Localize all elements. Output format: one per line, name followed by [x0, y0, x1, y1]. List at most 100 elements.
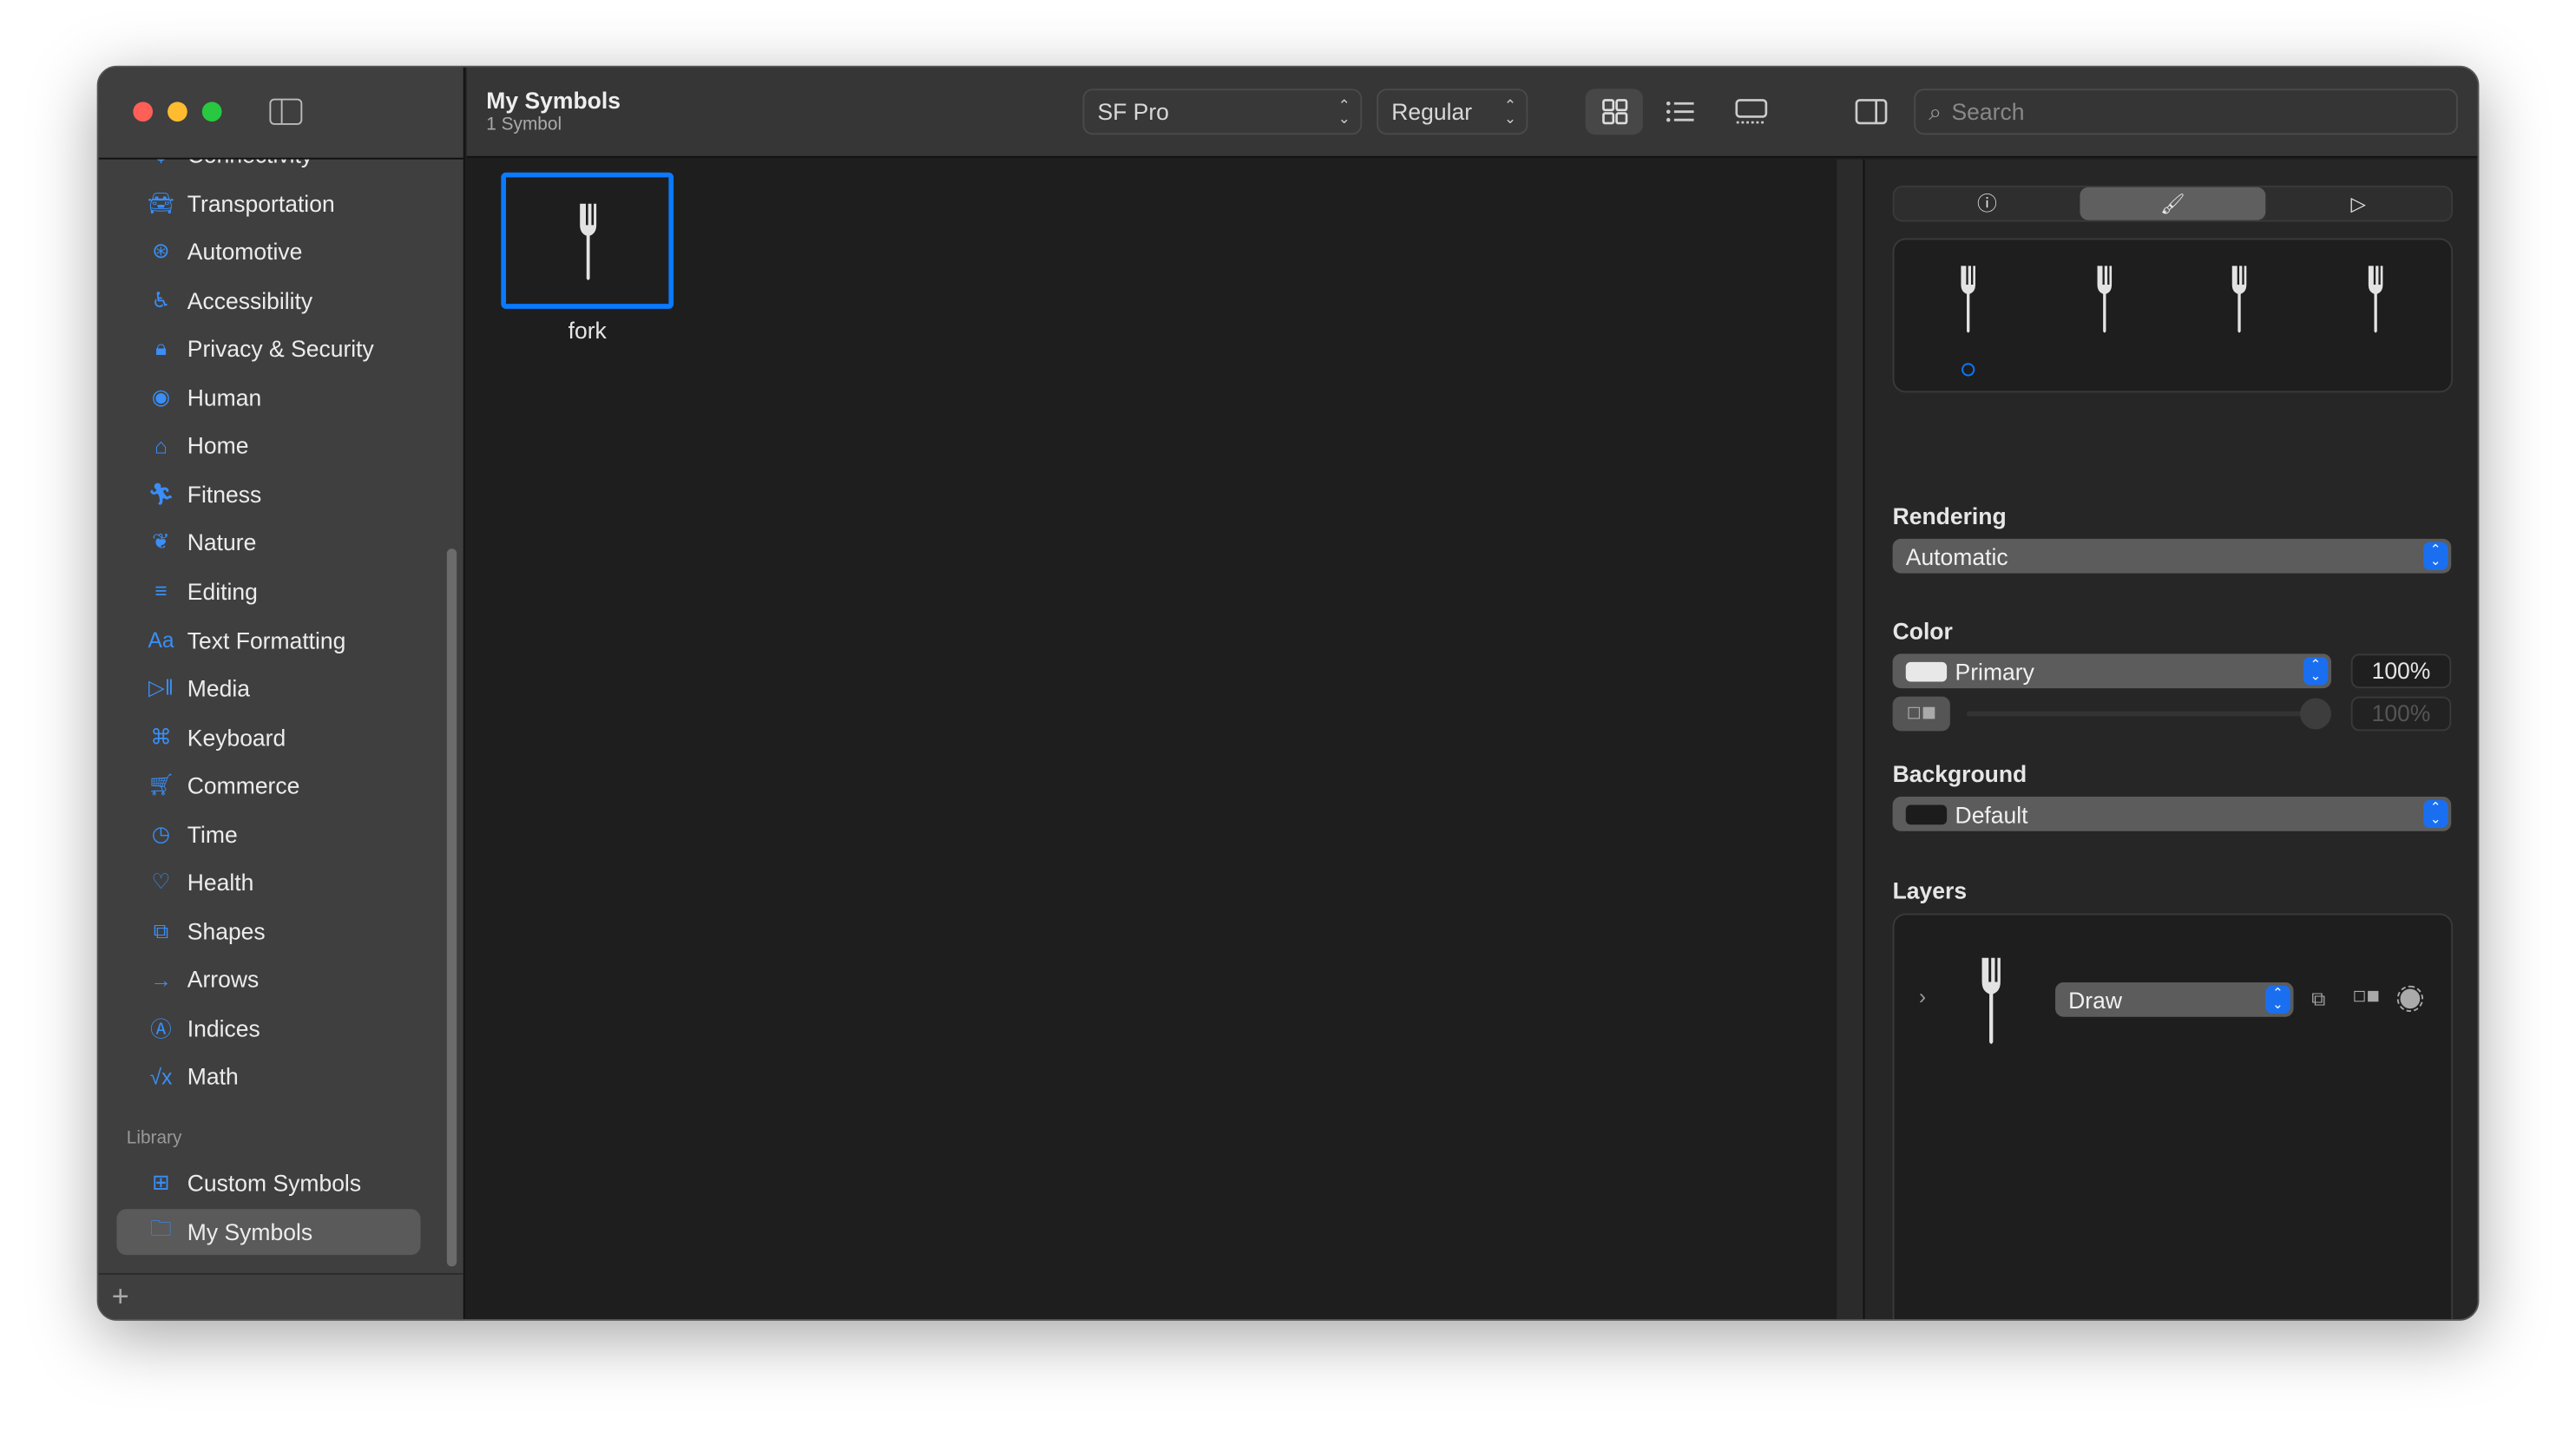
inspector-toggle-button[interactable] [1842, 89, 1899, 135]
font-popup[interactable]: SF Pro ⌃ ⌄ [1082, 89, 1363, 135]
sidebar-item-fitness[interactable]: 🏃︎ Fitness [116, 471, 420, 517]
tab-rendering[interactable]: 🖌︎ [2080, 187, 2266, 220]
list-icon [1666, 101, 1693, 122]
textformat-icon: Aa [148, 627, 174, 653]
secondary-opacity-field: 100% [2350, 696, 2452, 732]
sidebar-item-label: Health [187, 869, 254, 896]
person-icon: ◉ [151, 384, 171, 409]
sidebar-item-math[interactable]: √x Math [116, 1054, 420, 1100]
layer-color-icon[interactable] [2396, 985, 2424, 1013]
color-popup[interactable]: Primary ⌃ ⌄ [1892, 653, 2332, 689]
sidebar-item-text-formatting[interactable]: Aa Text Formatting [116, 617, 420, 663]
sidebar-item-commerce[interactable]: 🛒︎ Commerce [116, 763, 420, 809]
sidebar-item-keyboard[interactable]: ⌘ Keyboard [116, 714, 420, 760]
zoom-button[interactable] [201, 102, 222, 122]
lock-icon: 🔒︎ [154, 335, 168, 360]
sidebar-item-time[interactable]: ◷ Time [116, 811, 420, 857]
fork-icon [575, 200, 601, 283]
grid-view-button[interactable] [1585, 89, 1643, 135]
close-button[interactable] [133, 102, 154, 122]
chevron-updown-icon: ⌃ ⌄ [2303, 657, 2329, 686]
tab-animation[interactable]: ▷ [2265, 187, 2451, 220]
sidebar-toggle-icon[interactable] [269, 98, 303, 125]
layers-label: Layers [1892, 877, 1968, 904]
chevron-updown-icon: ⌃ ⌄ [2423, 542, 2448, 570]
inspector-icon [1854, 99, 1887, 125]
shapes-icon: ⧉ [153, 917, 169, 943]
folder-icon: 🗀 [150, 1214, 172, 1240]
sidebar-scrollbar[interactable] [446, 548, 457, 1267]
sidebar-item-media[interactable]: ▷‖ Media [116, 666, 420, 712]
rendering-value: Automatic [1905, 542, 2008, 569]
font-value: SF Pro [1097, 98, 1169, 125]
sidebar-item-label: Math [187, 1063, 239, 1090]
play-icon: ▷ [2350, 192, 2366, 215]
weight-popup[interactable]: Regular ⌃ ⌄ [1377, 89, 1528, 135]
sidebar-item-automotive[interactable]: ⊛ Automotive [116, 228, 420, 274]
sidebar-item-label: Editing [187, 578, 258, 605]
opacity-field[interactable]: 100% [2350, 653, 2452, 689]
chevron-updown-icon: ⌃ ⌄ [2265, 985, 2290, 1014]
layer-mode-popup[interactable]: Draw ⌃ ⌄ [2055, 982, 2294, 1017]
symbol-count: 1 Symbol [486, 115, 562, 135]
background-label: Background [1892, 760, 2027, 787]
page-title: My Symbols [486, 87, 621, 114]
sidebar-item-indices[interactable]: Ⓐ Indices [116, 1005, 420, 1051]
sidebar-item-label: Time [187, 820, 238, 848]
background-swatch [1905, 804, 1948, 824]
splitter[interactable] [1837, 159, 1863, 1319]
sidebar-item-connectivity[interactable]: ⍦ Connectivity [116, 160, 420, 178]
sidebar-item-label: Home [187, 432, 249, 459]
gallery-icon [1734, 99, 1767, 124]
sidebar-item-custom-symbols[interactable]: ⊞ Custom Symbols [116, 1159, 420, 1205]
sidebar-item-accessibility[interactable]: ♿︎ Accessibility [116, 277, 420, 323]
chevron-updown-icon: ⌃ ⌄ [1503, 96, 1517, 127]
add-collection-button[interactable]: + [112, 1280, 129, 1315]
clock-icon: ◷ [151, 820, 171, 846]
sidebar-item-nature[interactable]: ❦ Nature [116, 520, 420, 566]
color-label: Color [1892, 617, 1953, 645]
swatches-icon: ◻◼ [1906, 703, 1937, 723]
minimize-button[interactable] [168, 102, 187, 122]
gallery-view-button[interactable] [1722, 89, 1779, 135]
house-icon: ⌂ [154, 433, 168, 458]
chevron-right-icon[interactable]: › [1919, 984, 1926, 1008]
command-icon: ⌘ [150, 723, 172, 749]
sidebar-item-label: Commerce [187, 771, 300, 799]
sidebar-item-home[interactable]: ⌂ Home [116, 423, 420, 469]
sidebar-item-editing[interactable]: ≡ Editing [116, 568, 420, 614]
sidebar-item-privacy-security[interactable]: 🔒︎ Privacy & Security [116, 325, 420, 371]
symbol-tile-fork[interactable] [501, 172, 674, 309]
slider-knob[interactable] [2300, 698, 2332, 730]
inspector-panel: ⓘ 🖌︎ ▷ Rendering Automatic ⌃ ⌄ Color Prima… [1863, 159, 2478, 1319]
accessibility-icon: ♿︎ [151, 286, 171, 312]
rendering-popup[interactable]: Automatic ⌃ ⌄ [1892, 538, 2452, 574]
paintbrush-icon: 🖌︎ [2159, 192, 2185, 215]
layers-list: › Draw ⌃ ⌄ ⧉ ◻◼ [1892, 913, 2454, 1319]
secondary-opacity-slider[interactable] [1966, 711, 2332, 717]
fork-icon [2093, 263, 2117, 335]
sidebar-item-label: Text Formatting [187, 627, 346, 653]
sidebar-item-label: Privacy & Security [187, 335, 374, 362]
tab-info[interactable]: ⓘ [1895, 187, 2080, 220]
grid-icon: ⊞ [152, 1169, 170, 1195]
list-view-button[interactable] [1651, 89, 1708, 135]
sidebar-item-arrows[interactable]: → Arrows [116, 956, 420, 1002]
swatches-icon[interactable]: ◻◼ [2353, 988, 2380, 1006]
info-icon: ⓘ [1977, 192, 1997, 215]
sidebar-item-my-symbols[interactable]: 🗀 My Symbols [116, 1208, 421, 1255]
sidebar-item-transportation[interactable]: 🚘︎ Transportation [116, 180, 420, 226]
grid-icon [1601, 99, 1627, 125]
secondary-color-button[interactable]: ◻◼ [1892, 696, 1950, 732]
arrow-right-icon: → [150, 967, 172, 993]
sidebar-item-shapes[interactable]: ⧉ Shapes [116, 908, 420, 954]
sidebar-item-human[interactable]: ◉ Human [116, 374, 420, 420]
background-popup[interactable]: Default ⌃ ⌄ [1892, 797, 2452, 831]
sidebar-item-label: Connectivity [187, 160, 312, 167]
sliders-icon: ≡ [154, 579, 168, 604]
search-input[interactable]: ⌕ Search [1914, 89, 2458, 135]
duplicate-icon[interactable]: ⧉ [2311, 988, 2325, 1012]
symbol-name: fork [568, 317, 607, 344]
sidebar-item-health[interactable]: ♡ Health [116, 859, 420, 905]
app-window: ⍦ Connectivity 🚘︎ Transportation ⊛ Automotive… [96, 65, 2480, 1321]
